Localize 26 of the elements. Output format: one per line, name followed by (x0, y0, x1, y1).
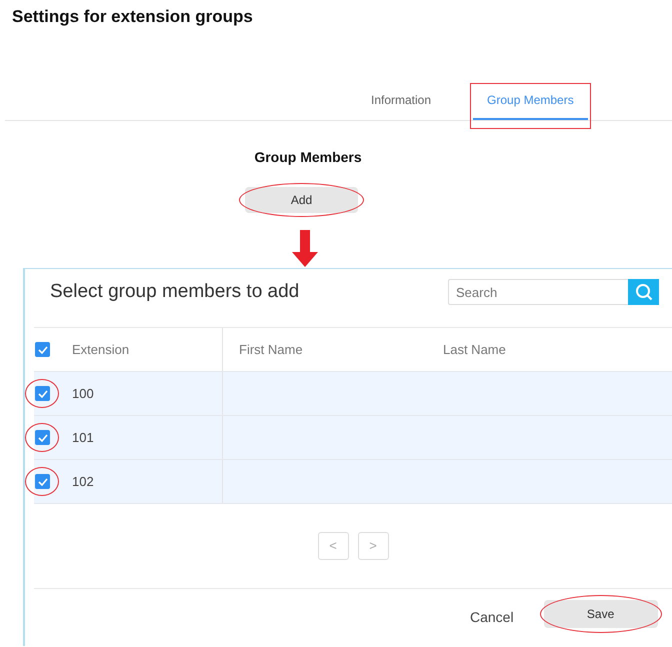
check-icon (38, 346, 48, 354)
add-button[interactable]: Add (245, 187, 358, 213)
dialog-title: Select group members to add (50, 280, 300, 304)
check-icon (38, 390, 48, 398)
search-icon (634, 283, 652, 301)
table-cell-text: 100 (72, 384, 94, 403)
column-header: Last Name (443, 340, 506, 359)
page-title: Settings for extension groups (11, 6, 254, 27)
tab[interactable]: Group Members (473, 93, 588, 120)
checkbox[interactable] (35, 430, 50, 445)
column-header: Extension (72, 328, 223, 371)
checkbox[interactable] (35, 474, 50, 489)
checkbox[interactable] (35, 386, 50, 401)
section-heading: Group Members (253, 148, 363, 166)
table-cell-text: 101 (72, 428, 94, 447)
column-header: First Name (238, 340, 304, 359)
checkbox[interactable] (35, 342, 50, 357)
down-arrow-icon (292, 230, 318, 267)
table-cell-text: 102 (72, 472, 94, 491)
search-button[interactable] (628, 279, 659, 305)
search-field[interactable]: Search (448, 279, 628, 305)
cancel-button[interactable]: Cancel (470, 606, 514, 628)
check-icon (38, 478, 48, 486)
save-button[interactable]: Save (544, 600, 658, 628)
check-icon (38, 434, 48, 442)
tab[interactable]: Information (357, 93, 446, 120)
